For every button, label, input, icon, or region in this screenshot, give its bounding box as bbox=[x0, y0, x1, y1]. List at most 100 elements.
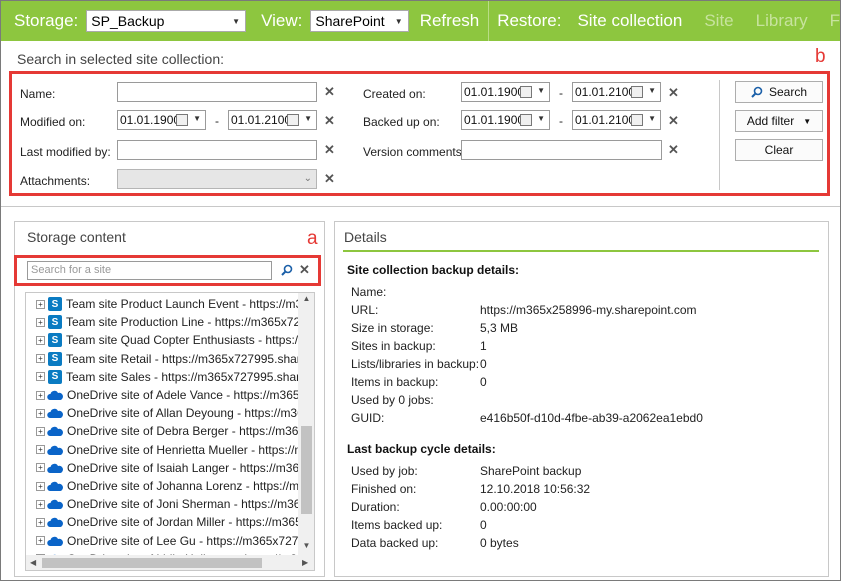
detail-label: Data backed up: bbox=[351, 536, 439, 550]
search-icon[interactable] bbox=[281, 264, 293, 276]
close-icon[interactable]: ✕ bbox=[668, 85, 679, 101]
expand-icon[interactable]: + bbox=[36, 426, 45, 436]
modified-to-date[interactable]: 01.01.2100 ▼ bbox=[228, 110, 317, 130]
expand-icon[interactable]: + bbox=[36, 354, 45, 364]
sharepoint-icon: S bbox=[48, 315, 62, 330]
backed-from-value: 01.01.1900 bbox=[464, 113, 525, 127]
name-label: Name: bbox=[20, 87, 56, 101]
tree-item[interactable]: + S Team site Production Line - https://m3… bbox=[26, 313, 298, 331]
storage-content-title: Storage content bbox=[27, 229, 126, 245]
add-filter-label: Add filter bbox=[746, 114, 795, 128]
restore-truncated-button[interactable]: F bbox=[830, 11, 840, 31]
scroll-left-icon[interactable]: ◀ bbox=[30, 558, 36, 567]
expand-icon[interactable]: + bbox=[36, 517, 45, 527]
refresh-button[interactable]: Refresh bbox=[420, 11, 480, 31]
restore-site-button[interactable]: Site bbox=[704, 11, 733, 31]
expand-icon[interactable]: + bbox=[36, 499, 45, 509]
tree-item-label: OneDrive site of Debra Berger - https://… bbox=[67, 424, 298, 439]
expand-icon[interactable]: + bbox=[36, 408, 45, 418]
detail-value: 0 bbox=[480, 357, 487, 371]
add-filter-button[interactable]: Add filter ▼ bbox=[735, 110, 823, 132]
detail-label: Sites in backup: bbox=[351, 339, 436, 353]
last-modified-by-input[interactable] bbox=[117, 140, 317, 160]
chevron-down-icon: ▼ bbox=[232, 16, 241, 26]
name-input[interactable] bbox=[117, 82, 317, 102]
tree-item[interactable]: + OneDrive site of Allan Deyoung - https:… bbox=[26, 404, 298, 422]
close-icon[interactable]: ✕ bbox=[668, 142, 679, 158]
scroll-up-icon[interactable]: ▲ bbox=[298, 294, 314, 303]
tree-item[interactable]: + S Team site Product Launch Event - https… bbox=[26, 295, 298, 313]
expand-icon[interactable]: + bbox=[36, 463, 45, 473]
expand-icon[interactable]: + bbox=[36, 299, 45, 309]
close-icon[interactable]: ✕ bbox=[324, 142, 335, 158]
tree-item-label: OneDrive site of Joni Sherman - https://… bbox=[67, 497, 298, 512]
close-icon[interactable]: ✕ bbox=[324, 171, 335, 187]
storage-select[interactable]: SP_Backup ▼ bbox=[86, 10, 247, 32]
detail-label: Used by job: bbox=[351, 464, 418, 478]
tree-item[interactable]: + S Team site Retail - https://m365x727995… bbox=[26, 350, 298, 368]
site-tree[interactable]: + S Team site Product Launch Event - https… bbox=[25, 292, 315, 571]
version-comments-input[interactable] bbox=[461, 140, 662, 160]
tree-item[interactable]: + OneDrive site of Debra Berger - https:/… bbox=[26, 422, 298, 440]
close-icon[interactable]: ✕ bbox=[324, 84, 335, 100]
detail-label: Lists/libraries in backup: bbox=[351, 357, 480, 371]
modified-to-value: 01.01.2100 bbox=[231, 113, 292, 127]
top-toolbar: Storage: SP_Backup ▼ View: SharePoint ▼ … bbox=[1, 1, 840, 41]
search-button[interactable]: Search bbox=[735, 81, 823, 103]
scroll-down-icon[interactable]: ▼ bbox=[298, 541, 314, 550]
vertical-scrollbar[interactable]: ▲ ▼ bbox=[298, 293, 314, 555]
restore-site-collection-button[interactable]: Site collection bbox=[577, 11, 682, 31]
close-icon[interactable]: ✕ bbox=[324, 113, 335, 129]
modified-from-date[interactable]: 01.01.1900 ▼ bbox=[117, 110, 206, 130]
tree-item[interactable]: + OneDrive site of Isaiah Langer - https:… bbox=[26, 459, 298, 477]
details-title: Details bbox=[344, 229, 387, 245]
view-select[interactable]: SharePoint ▼ bbox=[310, 10, 409, 32]
details-panel: Details Site collection backup details: … bbox=[334, 221, 829, 577]
created-to-date[interactable]: 01.01.2100 ▼ bbox=[572, 82, 661, 102]
expand-icon[interactable]: + bbox=[36, 317, 45, 327]
attachments-label: Attachments: bbox=[20, 174, 91, 188]
tree-item-label: OneDrive site of Isaiah Langer - https:/… bbox=[67, 460, 298, 475]
horizontal-scrollbar[interactable]: ◀ ▶ bbox=[26, 555, 314, 570]
clear-button[interactable]: Clear bbox=[735, 139, 823, 161]
site-search-input[interactable]: Search for a site bbox=[27, 261, 272, 280]
expand-icon[interactable]: + bbox=[36, 445, 45, 455]
expand-icon[interactable]: + bbox=[36, 536, 45, 546]
tree-item[interactable]: + OneDrive site of Henrietta Mueller - ht… bbox=[26, 441, 298, 459]
expand-icon[interactable]: + bbox=[36, 335, 45, 345]
last-backup-details-title: Last backup cycle details: bbox=[347, 442, 496, 456]
scrollbar-thumb[interactable] bbox=[42, 558, 262, 568]
detail-label: Items backed up: bbox=[351, 518, 443, 532]
calendar-icon bbox=[631, 114, 643, 126]
tree-item[interactable]: + OneDrive site of Johanna Lorenz - https… bbox=[26, 477, 298, 495]
close-icon[interactable]: ✕ bbox=[299, 262, 310, 278]
calendar-icon bbox=[631, 86, 643, 98]
calendar-icon bbox=[520, 86, 532, 98]
tree-item[interactable]: + S Team site Sales - https://m365x727995.… bbox=[26, 368, 298, 386]
detail-value: 0.00:00:00 bbox=[480, 500, 537, 514]
restore-label: Restore: bbox=[497, 11, 562, 30]
tree-item[interactable]: + OneDrive site of Joni Sherman - https:/… bbox=[26, 495, 298, 513]
backed-from-date[interactable]: 01.01.1900 ▼ bbox=[461, 110, 550, 130]
search-icon bbox=[751, 86, 763, 98]
created-from-date[interactable]: 01.01.1900 ▼ bbox=[461, 82, 550, 102]
scroll-right-icon[interactable]: ▶ bbox=[302, 558, 308, 567]
storage-label: Storage: bbox=[14, 11, 79, 30]
tree-item[interactable]: + OneDrive site of Jordan Miller - https:… bbox=[26, 513, 298, 531]
tree-item[interactable]: + OneDrive site of Lee Gu - https://m365x… bbox=[26, 532, 298, 550]
expand-icon[interactable]: + bbox=[36, 390, 45, 400]
detail-label: URL: bbox=[351, 303, 379, 317]
attachments-select[interactable]: ⌄ bbox=[117, 169, 317, 189]
expand-icon[interactable]: + bbox=[36, 372, 45, 382]
restore-library-button[interactable]: Library bbox=[756, 11, 808, 31]
expand-icon[interactable]: + bbox=[36, 481, 45, 491]
created-to-value: 01.01.2100 bbox=[575, 85, 636, 99]
tree-item-label: OneDrive site of Allan Deyoung - https:/… bbox=[67, 406, 298, 421]
tree-item[interactable]: + S Team site Quad Copter Enthusiasts - ht… bbox=[26, 331, 298, 349]
close-icon[interactable]: ✕ bbox=[668, 113, 679, 129]
tree-item[interactable]: + OneDrive site of Adele Vance - https://… bbox=[26, 386, 298, 404]
clear-button-label: Clear bbox=[764, 143, 794, 157]
scrollbar-thumb[interactable] bbox=[301, 426, 312, 514]
backed-to-date[interactable]: 01.01.2100 ▼ bbox=[572, 110, 661, 130]
onedrive-icon bbox=[47, 445, 63, 455]
